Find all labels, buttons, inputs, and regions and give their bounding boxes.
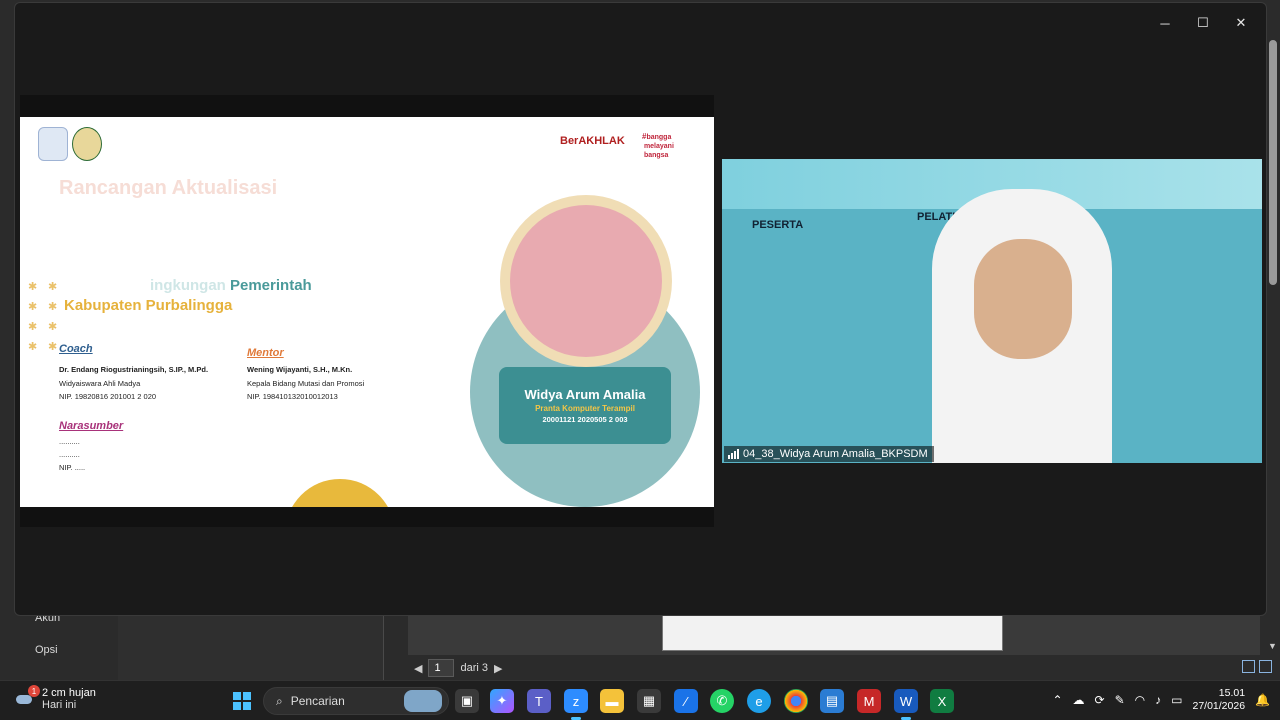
screen-share-area: BerAKHLAK #bangga melayani bangsa Rancan…: [20, 95, 714, 527]
coach-heading: Coach: [59, 343, 93, 355]
participant-name-label: 04_38_Widya Arum Amalia_BKPSDM: [724, 446, 934, 462]
participant-name-card: Widya Arum Amalia Pranta Komputer Teramp…: [499, 367, 671, 444]
word-icon[interactable]: W: [894, 689, 918, 713]
copilot-icon[interactable]: ✦: [490, 689, 514, 713]
participant-role: Pranta Komputer Terampil: [535, 404, 635, 413]
portrait-photo: [510, 205, 662, 357]
participant-video-tile[interactable]: PESERTA PELATIHAN D 04_38_Widya Arum Ama…: [722, 159, 1262, 463]
participant-face: [974, 239, 1072, 359]
narasumber-line1: ..........: [59, 437, 80, 446]
task-view-icon[interactable]: ▣: [455, 689, 479, 713]
vertical-scrollbar[interactable]: ▼: [1266, 40, 1280, 655]
mentor-name: Wening Wijayanti, S.H., M.Kn.: [247, 365, 353, 374]
whatsapp-icon[interactable]: ✆: [710, 689, 734, 713]
virtual-background-peserta-text: PESERTA: [752, 219, 804, 231]
clock[interactable]: 15.01 27/01/2026: [1192, 687, 1245, 713]
battery-icon[interactable]: ▭: [1171, 693, 1182, 707]
scroll-down-icon[interactable]: ▼: [1268, 641, 1277, 651]
mentor-heading: Mentor: [247, 347, 284, 359]
file-explorer-icon[interactable]: ▬: [600, 689, 624, 713]
signal-strength-icon: [728, 449, 739, 459]
microsoft-store-icon[interactable]: ▦: [637, 689, 661, 713]
pen-input-icon[interactable]: ✎: [1115, 693, 1125, 707]
clock-date: 27/01/2026: [1192, 700, 1246, 712]
weather-widget[interactable]: 1 2 cm hujan Hari ini: [14, 685, 96, 711]
page-total-label: dari 3: [460, 662, 488, 674]
participant-nip: 20001121 2020505 2 003: [542, 415, 628, 424]
single-page-view-icon[interactable]: [1242, 660, 1255, 673]
coach-role: Widyaiswara Ahli Madya: [59, 379, 141, 388]
menu-item-opsi[interactable]: Opsi: [35, 644, 58, 656]
berakhlak-logo: BerAKHLAK: [560, 135, 625, 147]
view-mode-buttons: [1242, 660, 1272, 673]
document-app-icon[interactable]: ▤: [820, 689, 844, 713]
prev-page-icon[interactable]: ◀: [414, 662, 422, 675]
zoom-meeting-window: ─ ☐ ✕ BerAKHLAK #bangga melayani bangsa …: [14, 2, 1267, 616]
decorative-orange-circle: [285, 479, 395, 507]
two-page-view-icon[interactable]: [1259, 660, 1272, 673]
wifi-icon[interactable]: ◠: [1135, 693, 1145, 707]
next-page-icon[interactable]: ▶: [494, 662, 502, 675]
teams-icon[interactable]: T: [527, 689, 551, 713]
scrollbar-thumb[interactable]: [1269, 40, 1277, 285]
slide-title: Rancangan Aktualisasi: [59, 177, 278, 199]
windows-start-icon[interactable]: [230, 689, 254, 713]
background-middle-panel: [118, 610, 384, 680]
sync-icon[interactable]: ⟳: [1095, 693, 1105, 707]
narasumber-nip: NIP. .....: [59, 463, 86, 472]
mcafee-icon[interactable]: M: [857, 689, 881, 713]
regency-logo-icon: [38, 127, 68, 161]
close-button[interactable]: ✕: [1222, 13, 1260, 33]
mentor-role: Kepala Bidang Mutasi dan Promosi: [247, 379, 365, 388]
chrome-icon[interactable]: [784, 689, 808, 713]
onedrive-icon[interactable]: ☁: [1073, 693, 1085, 707]
show-hidden-icons-icon[interactable]: ⌃: [1052, 693, 1062, 707]
remote-app-icon[interactable]: ⁄: [674, 689, 698, 713]
minimize-button[interactable]: ─: [1146, 13, 1184, 33]
page-navigator: ◀ 1 dari 3 ▶: [414, 659, 502, 677]
mentor-nip: NIP. 198410132010012013: [247, 392, 338, 401]
province-logo-icon: [72, 127, 102, 161]
participant-name: Widya Arum Amalia: [524, 387, 646, 402]
search-placeholder: Pencarian: [290, 694, 345, 708]
weather-badge: 1: [28, 685, 40, 697]
slide-subtitle-line1: ingkungan Pemerintah: [150, 277, 312, 294]
volume-icon[interactable]: ♪: [1155, 693, 1161, 707]
document-page-preview: [662, 614, 1003, 651]
coach-name: Dr. Endang Riogustrianingsih, S.IP., M.P…: [59, 365, 209, 374]
weather-subtitle: Hari ini: [42, 699, 77, 711]
page-number-input[interactable]: 1: [428, 659, 455, 677]
coach-nip: NIP. 19820816 201001 2 020: [59, 392, 157, 401]
zoom-icon[interactable]: z: [564, 689, 588, 713]
edge-browser-icon[interactable]: e: [747, 689, 771, 713]
notifications-icon[interactable]: 🔔: [1255, 693, 1270, 707]
windows-taskbar: 1 2 cm hujan Hari ini ⌕ Pencarian ▣ ✦ T …: [0, 680, 1280, 720]
slide-subtitle-line2: Kabupaten Purbalingga: [64, 297, 233, 314]
clock-time: 15.01: [1218, 687, 1246, 699]
search-icon: ⌕: [276, 693, 283, 708]
rain-cloud-icon: 1: [14, 685, 40, 709]
narasumber-line2: ..........: [59, 450, 80, 459]
bangga-melayani-logo: #bangga melayani bangsa: [642, 132, 674, 160]
maximize-button[interactable]: ☐: [1184, 13, 1222, 33]
search-highlight-icon[interactable]: [404, 690, 442, 712]
presentation-slide: BerAKHLAK #bangga melayani bangsa Rancan…: [20, 117, 714, 507]
system-tray: ⌃ ☁ ⟳ ✎ ◠ ♪ ▭ 15.01 27/01/2026 🔔: [1052, 687, 1270, 713]
excel-icon[interactable]: X: [930, 689, 954, 713]
weather-temperature: 2 cm hujan: [42, 687, 96, 699]
narasumber-heading: Narasumber: [59, 420, 124, 432]
window-controls: ─ ☐ ✕: [1146, 13, 1260, 33]
